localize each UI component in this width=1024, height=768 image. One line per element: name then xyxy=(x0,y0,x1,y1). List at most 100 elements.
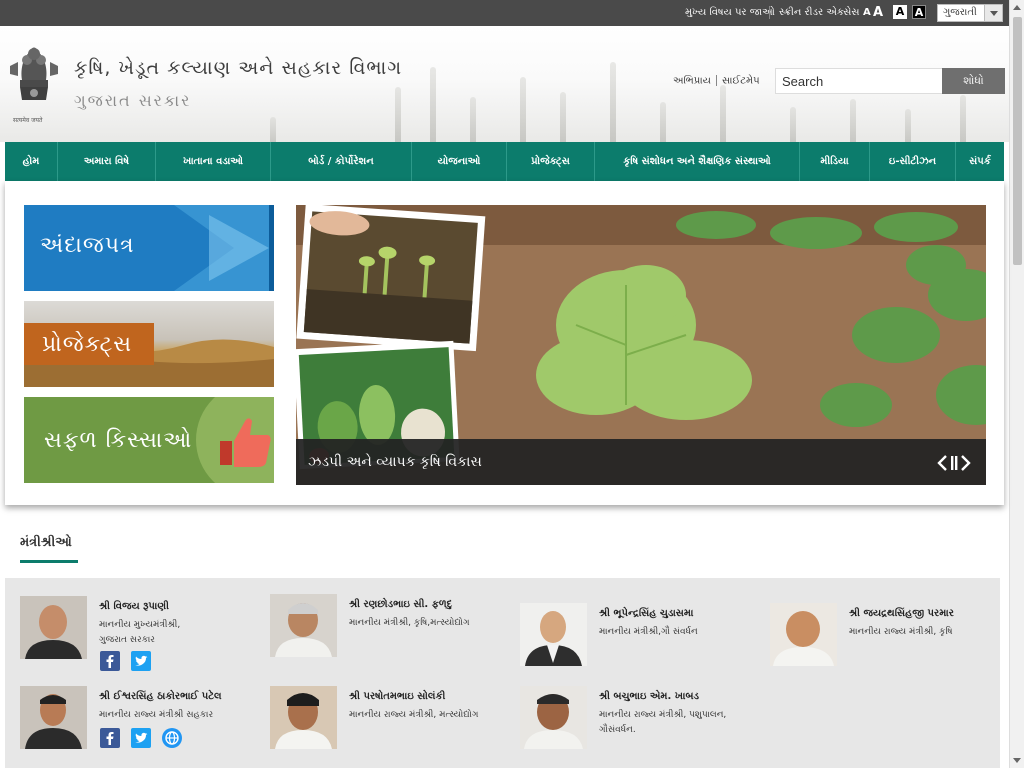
nav-item-ecitizen[interactable]: ઇ-સીટીઝન xyxy=(870,142,956,181)
minister-designation-line: ગુજરાત સરકાર xyxy=(99,635,155,645)
font-increase-button[interactable]: A xyxy=(873,5,883,20)
minister-name[interactable]: શ્રી વિજય રૂપાણી xyxy=(99,601,169,612)
nav-item-research[interactable]: કૃષિ સંશોધન અને શૈક્ષણિક સંસ્થાઓ xyxy=(595,142,800,181)
avatar xyxy=(270,686,337,749)
minister-name[interactable]: શ્રી રણછોડભાઇ સી. ફળદુ xyxy=(349,599,452,610)
minister-designation-line: માનનીય રાજ્ય મંત્રીશ્રી, કૃષિ xyxy=(849,627,953,637)
contrast-normal-button[interactable]: A xyxy=(893,5,907,19)
minister-name[interactable]: શ્રી ભૂપેન્દ્રસિંહ ચુડાસમા xyxy=(599,608,693,619)
facebook-icon[interactable] xyxy=(100,728,120,748)
top-utility-bar: મુખ્ય વિષય પર જાઓ સ્ક્રીન રીડર એક્સેસ A … xyxy=(0,0,1009,26)
minister-name[interactable]: શ્રી પરષોતમભાઇ સોલંકી xyxy=(349,691,445,702)
wheat-decoration xyxy=(520,77,526,142)
wheat-decoration xyxy=(470,97,476,142)
chevron-down-icon xyxy=(984,5,1002,21)
success-tile-label: સફળ કિસ્સાઓ xyxy=(44,428,193,453)
government-name: ગુજરાત સરકાર xyxy=(74,91,192,110)
divider xyxy=(769,6,770,19)
minister-photo[interactable] xyxy=(770,603,837,666)
font-decrease-button[interactable]: A xyxy=(863,7,871,18)
minister-designation-line: માનનીય રાજ્ય મંત્રીશ્રી સહકાર xyxy=(99,710,214,720)
minister-designation: માનનીય મંત્રીશ્રી, કૃષિ,મત્સ્યોદ્યોગ xyxy=(349,616,514,631)
minister-name[interactable]: શ્રી જયદ્રથસિંહજી પરમાર xyxy=(849,608,954,619)
nav-item-about[interactable]: અમારા વિષે xyxy=(58,142,156,181)
slider-prev-icon[interactable] xyxy=(937,455,947,471)
site-header: सत्यमेव जयते કૃષિ, ખેડૂત કલ્યાણ અને સહકા… xyxy=(0,26,1009,142)
avatar xyxy=(520,686,587,749)
minister-photo[interactable] xyxy=(20,686,87,749)
minister-designation: માનનીય રાજ્ય મંત્રીશ્રી, મત્સ્યોદ્યોગ xyxy=(349,708,514,723)
divider xyxy=(715,75,717,86)
minister-photo[interactable] xyxy=(520,603,587,666)
contrast-high-button[interactable]: A xyxy=(912,5,926,19)
nav-item-projects[interactable]: પ્રોજેક્ટ્સ xyxy=(507,142,595,181)
facebook-icon[interactable] xyxy=(100,651,120,671)
screen-reader-link[interactable]: સ્ક્રીન રીડર એક્સેસ xyxy=(779,7,859,18)
budget-tile-label: અંદાજપત્ર xyxy=(40,233,135,258)
wheat-decoration xyxy=(610,62,616,142)
avatar xyxy=(520,603,587,666)
minister-designation-line: માનનીય રાજ્ય મંત્રીશ્રી, પશુપાલન, xyxy=(599,710,727,720)
vertical-scrollbar[interactable] xyxy=(1009,0,1024,768)
wheat-decoration xyxy=(395,87,401,142)
minister-photo[interactable] xyxy=(270,686,337,749)
nav-item-home[interactable]: હોમ xyxy=(5,142,58,181)
main-navigation: હોમ અમારા વિષે ખાતાના વડાઓ બોર્ડ / કોર્પ… xyxy=(5,142,1004,181)
wheat-decoration xyxy=(430,67,436,142)
minister-designation-line: માનનીય મંત્રીશ્રી, કૃષિ,મત્સ્યોદ્યોગ xyxy=(349,618,470,628)
avatar xyxy=(770,603,837,666)
slider-next-icon[interactable] xyxy=(961,455,971,471)
minister-designation-line: ગૌસંવર્ધન. xyxy=(599,725,636,735)
minister-designation: માનનીય મુખ્યમંત્રીશ્રી, ગુજરાત સરકાર xyxy=(99,618,264,648)
department-title: કૃષિ, ખેડૂત કલ્યાણ અને સહકાર વિભાગ xyxy=(74,57,403,79)
wheat-decoration xyxy=(270,117,276,142)
wheat-decoration xyxy=(850,99,856,142)
search-input[interactable]: Search xyxy=(775,68,943,94)
minister-designation: માનનીય રાજ્ય મંત્રીશ્રી, પશુપાલન, ગૌસંવર… xyxy=(599,708,764,738)
success-stories-tile[interactable]: સફળ કિસ્સાઓ xyxy=(24,397,274,483)
nav-item-boards[interactable]: બોર્ડ / કોર્પોરેશન xyxy=(271,142,412,181)
wheat-decoration xyxy=(720,85,726,142)
ministers-heading: મંત્રીશ્રીઓ xyxy=(20,535,72,550)
slider-pause-icon[interactable] xyxy=(951,456,958,470)
header-links: અભિપ્રાય સાઈટમેપ xyxy=(673,75,760,87)
minister-photo[interactable] xyxy=(520,686,587,749)
scroll-up-icon[interactable] xyxy=(1013,5,1021,10)
nav-item-contact[interactable]: સંપર્ક xyxy=(956,142,1004,181)
nav-item-schemes[interactable]: યોજનાઓ xyxy=(412,142,507,181)
scroll-down-icon[interactable] xyxy=(1013,758,1021,763)
minister-designation: માનનીય રાજ્ય મંત્રીશ્રી સહકાર xyxy=(99,708,264,723)
projects-tile[interactable]: પ્રોજેક્ટ્સ xyxy=(24,301,274,387)
wheat-decoration xyxy=(560,92,566,142)
skip-to-main-link[interactable]: મુખ્ય વિષય પર જાઓ xyxy=(685,7,775,18)
budget-tile[interactable]: અંદાજપત્ર xyxy=(24,205,274,291)
wheat-decoration xyxy=(905,109,911,142)
sitemap-link[interactable]: સાઈટમેપ xyxy=(722,76,760,87)
minister-name[interactable]: શ્રી ઈશ્વરસિંહ ઠાકોરભાઈ પટેલ xyxy=(99,691,222,702)
slide-caption-text: ઝડપી અને વ્યાપક કૃષિ વિકાસ xyxy=(308,454,482,470)
scrollbar-thumb[interactable] xyxy=(1013,17,1022,265)
emblem-motto-text: सत्यमेव जयते xyxy=(13,117,43,124)
minister-photo[interactable] xyxy=(20,596,87,659)
minister-designation: માનનીય મંત્રીશ્રી,ગૌ સંવર્ધન xyxy=(599,625,764,640)
minister-designation-line: માનનીય મંત્રીશ્રી,ગૌ સંવર્ધન xyxy=(599,627,698,637)
globe-icon[interactable] xyxy=(162,728,182,748)
minister-name[interactable]: શ્રી બચુભાઇ એમ. ખાબડ xyxy=(599,691,699,702)
avatar xyxy=(270,594,337,657)
nav-item-media[interactable]: મીડિયા xyxy=(800,142,870,181)
search-button[interactable]: શોધો xyxy=(942,68,1005,94)
heading-underline xyxy=(20,560,78,563)
feedback-link[interactable]: અભિપ્રાય xyxy=(673,76,711,87)
twitter-icon[interactable] xyxy=(131,651,151,671)
slide-caption: ઝડપી અને વ્યાપક કૃષિ વિકાસ xyxy=(296,439,986,485)
minister-designation-line: માનનીય રાજ્ય મંત્રીશ્રી, મત્સ્યોદ્યોગ xyxy=(349,710,479,720)
wheat-decoration xyxy=(960,95,966,142)
minister-designation: માનનીય રાજ્ય મંત્રીશ્રી, કૃષિ xyxy=(849,625,1014,640)
image-slider[interactable]: ઝડપી અને વ્યાપક કૃષિ વિકાસ xyxy=(296,205,986,485)
language-select[interactable]: ગુજરાતી xyxy=(937,4,1003,22)
minister-photo[interactable] xyxy=(270,594,337,657)
minister-designation-line: માનનીય મુખ્યમંત્રીશ્રી, xyxy=(99,620,181,630)
ministers-section: શ્રી વિજય રૂપાણી માનનીય મુખ્યમંત્રીશ્રી,… xyxy=(5,578,1000,768)
nav-item-heads[interactable]: ખાતાના વડાઓ xyxy=(156,142,271,181)
twitter-icon[interactable] xyxy=(131,728,151,748)
